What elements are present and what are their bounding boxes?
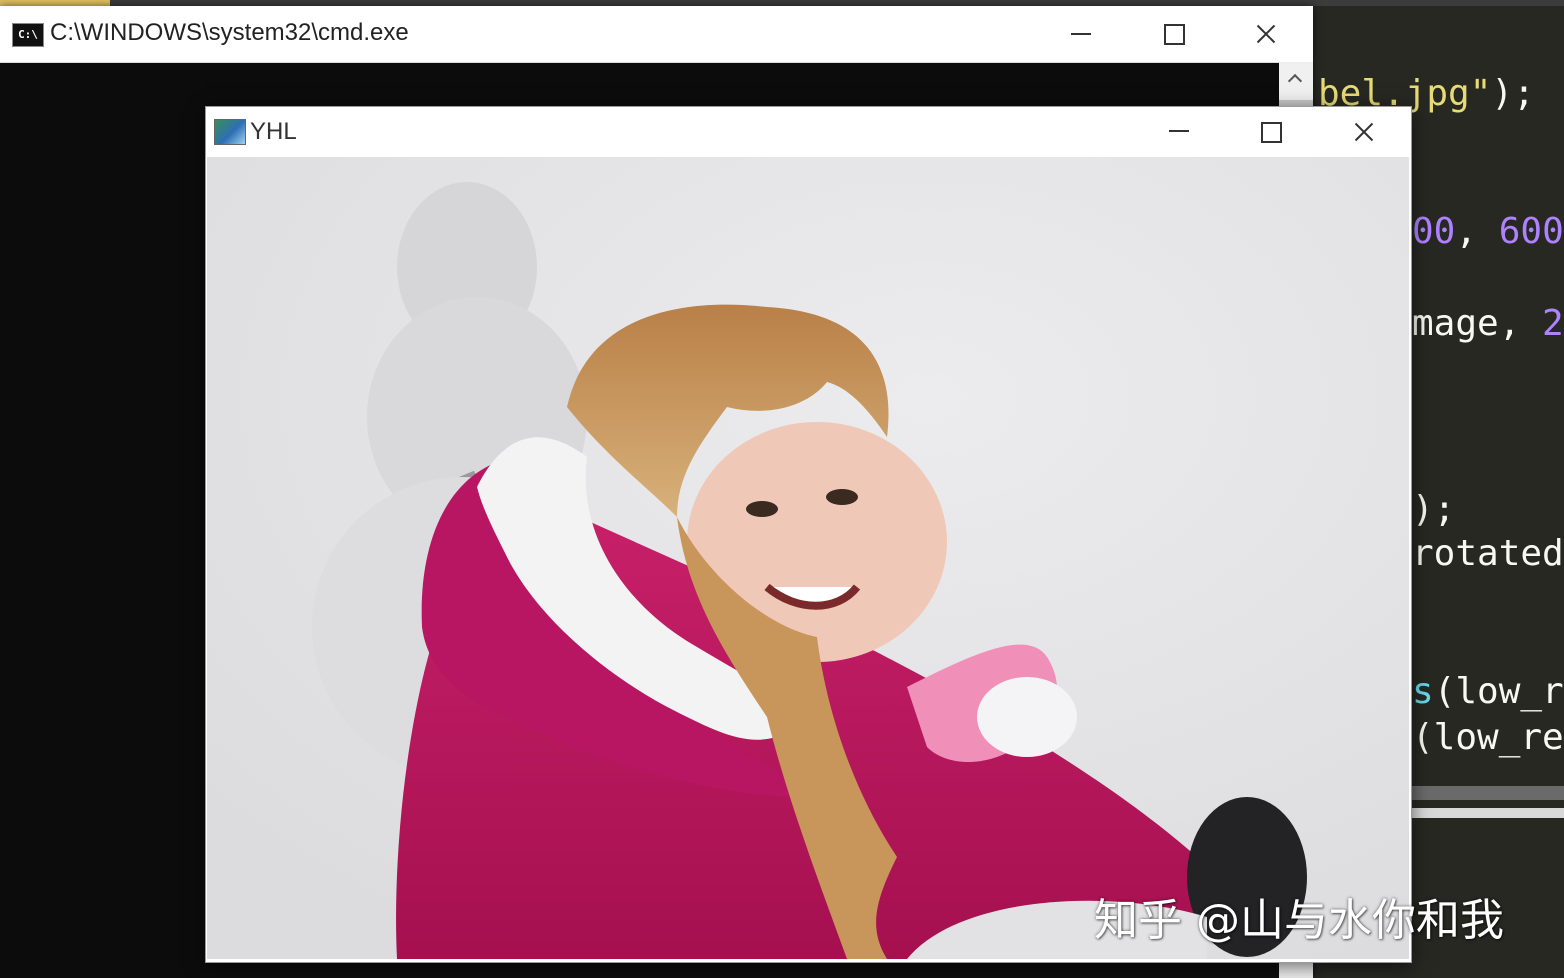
maximize-icon [1137,6,1209,62]
maximize-icon [1234,107,1306,157]
code-token: 2 [1542,303,1564,344]
code-token: (low_r [1433,671,1564,712]
minimize-icon [1045,6,1117,62]
code-token: 00 [1412,211,1456,252]
code-token: ); [1412,489,1456,530]
image-close-button[interactable] [1327,107,1399,157]
displayed-photo [207,157,1409,959]
code-token: rotated [1412,533,1564,574]
photo-girl-in-snow [207,157,1409,959]
image-window-title: YHL [250,118,297,145]
code-token: (low_re [1412,717,1564,758]
image-minimize-button[interactable] [1143,107,1215,157]
console-icon: C:\ [12,23,44,47]
editor-scroll-track [1410,808,1564,818]
code-line: mage, 2 [1412,302,1564,346]
code-line: rotated [1412,532,1564,576]
image-maximize-button[interactable] [1234,107,1306,157]
editor-horizontal-scrollbar[interactable] [1410,786,1564,800]
image-window-icon [214,119,246,145]
image-window-titlebar[interactable]: YHL [206,107,1411,157]
code-line: ); [1412,488,1455,532]
scroll-up-arrow-icon[interactable] [1279,62,1313,96]
code-line: s(low_r [1412,670,1564,714]
cmd-window-title: C:\WINDOWS\system32\cmd.exe [50,19,409,46]
cmd-maximize-button[interactable] [1137,6,1209,62]
zhihu-watermark: 知乎 @山与水你和我 [1094,895,1504,946]
cmd-close-button[interactable] [1229,6,1301,62]
cmd-minimize-button[interactable] [1045,6,1117,62]
code-token: ); [1491,73,1535,114]
code-token: 600 [1498,211,1564,252]
close-icon [1229,6,1301,62]
code-line: 00, 600 [1412,210,1564,254]
image-window: YHL [205,106,1412,963]
code-line: (low_re [1412,716,1564,760]
cmd-titlebar[interactable]: C:\ C:\WINDOWS\system32\cmd.exe [0,6,1313,63]
minimize-icon [1143,107,1215,157]
code-token: , [1455,211,1499,252]
close-icon [1327,107,1399,157]
code-token: s [1412,671,1434,712]
code-token: mage, [1412,303,1543,344]
